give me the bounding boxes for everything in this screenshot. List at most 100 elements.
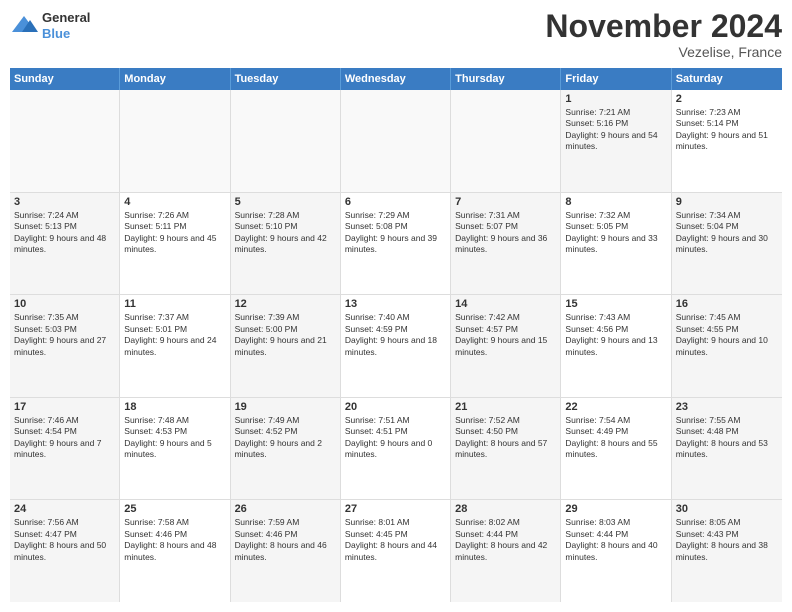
header-cell-friday: Friday <box>561 68 671 90</box>
day-number: 10 <box>14 298 115 310</box>
empty-cell-0-3 <box>341 90 451 192</box>
day-number: 3 <box>14 196 115 208</box>
logo-line1: General <box>42 10 90 26</box>
day-details: Sunrise: 8:01 AM Sunset: 4:45 PM Dayligh… <box>345 517 446 563</box>
day-details: Sunrise: 7:55 AM Sunset: 4:48 PM Dayligh… <box>676 415 778 461</box>
day-cell-20: 20 Sunrise: 7:51 AM Sunset: 4:51 PM Dayli… <box>341 398 451 500</box>
day-number: 11 <box>124 298 225 310</box>
logo-text: General Blue <box>42 10 90 41</box>
day-details: Sunrise: 7:31 AM Sunset: 5:07 PM Dayligh… <box>455 210 556 256</box>
day-details: Sunrise: 7:40 AM Sunset: 4:59 PM Dayligh… <box>345 312 446 358</box>
calendar-body: 1 Sunrise: 7:21 AM Sunset: 5:16 PM Daylig… <box>10 90 782 602</box>
day-details: Sunrise: 7:21 AM Sunset: 5:16 PM Dayligh… <box>565 107 666 153</box>
day-number: 23 <box>676 401 778 413</box>
day-number: 28 <box>455 503 556 515</box>
day-cell-21: 21Sunrise: 7:52 AM Sunset: 4:50 PM Dayli… <box>451 398 561 500</box>
empty-cell-0-4 <box>451 90 561 192</box>
day-number: 21 <box>455 401 556 413</box>
day-cell-5: 5 Sunrise: 7:28 AM Sunset: 5:10 PM Daylig… <box>231 193 341 295</box>
location: Vezelise, France <box>545 44 782 60</box>
day-number: 20 <box>345 401 446 413</box>
day-number: 30 <box>676 503 778 515</box>
day-details: Sunrise: 8:03 AM Sunset: 4:44 PM Dayligh… <box>565 517 666 563</box>
day-cell-10: 10 Sunrise: 7:35 AM Sunset: 5:03 PM Dayli… <box>10 295 120 397</box>
empty-cell-0-0 <box>10 90 120 192</box>
day-details: Sunrise: 7:43 AM Sunset: 4:56 PM Dayligh… <box>565 312 666 358</box>
day-number: 17 <box>14 401 115 413</box>
day-details: Sunrise: 8:05 AM Sunset: 4:43 PM Dayligh… <box>676 517 778 563</box>
day-details: Sunrise: 7:45 AM Sunset: 4:55 PM Dayligh… <box>676 312 778 358</box>
day-cell-17: 17 Sunrise: 7:46 AM Sunset: 4:54 PM Dayli… <box>10 398 120 500</box>
day-details: Sunrise: 7:35 AM Sunset: 5:03 PM Dayligh… <box>14 312 115 358</box>
day-details: Sunrise: 7:56 AM Sunset: 4:47 PM Dayligh… <box>14 517 115 563</box>
day-cell-9: 9 Sunrise: 7:34 AM Sunset: 5:04 PM Daylig… <box>672 193 782 295</box>
day-cell-8: 8Sunrise: 7:32 AM Sunset: 5:05 PM Daylig… <box>561 193 671 295</box>
day-details: Sunrise: 7:39 AM Sunset: 5:00 PM Dayligh… <box>235 312 336 358</box>
day-number: 12 <box>235 298 336 310</box>
day-details: Sunrise: 7:46 AM Sunset: 4:54 PM Dayligh… <box>14 415 115 461</box>
day-details: Sunrise: 7:28 AM Sunset: 5:10 PM Dayligh… <box>235 210 336 256</box>
day-number: 14 <box>455 298 556 310</box>
day-cell-13: 13Sunrise: 7:40 AM Sunset: 4:59 PM Dayli… <box>341 295 451 397</box>
day-cell-12: 12 Sunrise: 7:39 AM Sunset: 5:00 PM Dayli… <box>231 295 341 397</box>
day-details: Sunrise: 7:37 AM Sunset: 5:01 PM Dayligh… <box>124 312 225 358</box>
day-cell-14: 14Sunrise: 7:42 AM Sunset: 4:57 PM Dayli… <box>451 295 561 397</box>
calendar-row-4: 24Sunrise: 7:56 AM Sunset: 4:47 PM Dayli… <box>10 500 782 602</box>
day-number: 8 <box>565 196 666 208</box>
header-cell-monday: Monday <box>120 68 230 90</box>
header-cell-sunday: Sunday <box>10 68 120 90</box>
day-details: Sunrise: 7:26 AM Sunset: 5:11 PM Dayligh… <box>124 210 225 256</box>
day-details: Sunrise: 8:02 AM Sunset: 4:44 PM Dayligh… <box>455 517 556 563</box>
day-cell-6: 6Sunrise: 7:29 AM Sunset: 5:08 PM Daylig… <box>341 193 451 295</box>
day-details: Sunrise: 7:59 AM Sunset: 4:46 PM Dayligh… <box>235 517 336 563</box>
header-cell-wednesday: Wednesday <box>341 68 451 90</box>
day-number: 29 <box>565 503 666 515</box>
calendar-row-1: 3 Sunrise: 7:24 AM Sunset: 5:13 PM Daylig… <box>10 193 782 296</box>
day-number: 19 <box>235 401 336 413</box>
calendar-row-0: 1 Sunrise: 7:21 AM Sunset: 5:16 PM Daylig… <box>10 90 782 193</box>
day-number: 4 <box>124 196 225 208</box>
calendar-header: SundayMondayTuesdayWednesdayThursdayFrid… <box>10 68 782 90</box>
page: General Blue November 2024 Vezelise, Fra… <box>0 0 792 612</box>
header: General Blue November 2024 Vezelise, Fra… <box>10 10 782 60</box>
day-cell-29: 29 Sunrise: 8:03 AM Sunset: 4:44 PM Dayli… <box>561 500 671 602</box>
logo-line2: Blue <box>42 26 90 42</box>
day-number: 5 <box>235 196 336 208</box>
day-cell-22: 22Sunrise: 7:54 AM Sunset: 4:49 PM Dayli… <box>561 398 671 500</box>
day-cell-30: 30 Sunrise: 8:05 AM Sunset: 4:43 PM Dayli… <box>672 500 782 602</box>
calendar-row-2: 10 Sunrise: 7:35 AM Sunset: 5:03 PM Dayli… <box>10 295 782 398</box>
day-cell-23: 23 Sunrise: 7:55 AM Sunset: 4:48 PM Dayli… <box>672 398 782 500</box>
logo: General Blue <box>10 10 90 41</box>
calendar-row-3: 17 Sunrise: 7:46 AM Sunset: 4:54 PM Dayli… <box>10 398 782 501</box>
day-number: 7 <box>455 196 556 208</box>
day-cell-28: 28 Sunrise: 8:02 AM Sunset: 4:44 PM Dayli… <box>451 500 561 602</box>
header-cell-thursday: Thursday <box>451 68 561 90</box>
day-number: 25 <box>124 503 225 515</box>
calendar: SundayMondayTuesdayWednesdayThursdayFrid… <box>10 68 782 602</box>
day-details: Sunrise: 7:24 AM Sunset: 5:13 PM Dayligh… <box>14 210 115 256</box>
day-cell-24: 24Sunrise: 7:56 AM Sunset: 4:47 PM Dayli… <box>10 500 120 602</box>
day-details: Sunrise: 7:23 AM Sunset: 5:14 PM Dayligh… <box>676 107 778 153</box>
day-cell-3: 3 Sunrise: 7:24 AM Sunset: 5:13 PM Daylig… <box>10 193 120 295</box>
day-number: 1 <box>565 93 666 105</box>
day-details: Sunrise: 7:58 AM Sunset: 4:46 PM Dayligh… <box>124 517 225 563</box>
day-number: 18 <box>124 401 225 413</box>
day-cell-26: 26Sunrise: 7:59 AM Sunset: 4:46 PM Dayli… <box>231 500 341 602</box>
day-number: 2 <box>676 93 778 105</box>
header-cell-tuesday: Tuesday <box>231 68 341 90</box>
day-details: Sunrise: 7:34 AM Sunset: 5:04 PM Dayligh… <box>676 210 778 256</box>
day-cell-19: 19Sunrise: 7:49 AM Sunset: 4:52 PM Dayli… <box>231 398 341 500</box>
day-details: Sunrise: 7:29 AM Sunset: 5:08 PM Dayligh… <box>345 210 446 256</box>
day-cell-16: 16Sunrise: 7:45 AM Sunset: 4:55 PM Dayli… <box>672 295 782 397</box>
day-cell-18: 18 Sunrise: 7:48 AM Sunset: 4:53 PM Dayli… <box>120 398 230 500</box>
day-details: Sunrise: 7:48 AM Sunset: 4:53 PM Dayligh… <box>124 415 225 461</box>
title-section: November 2024 Vezelise, France <box>545 10 782 60</box>
day-cell-1: 1 Sunrise: 7:21 AM Sunset: 5:16 PM Daylig… <box>561 90 671 192</box>
day-number: 27 <box>345 503 446 515</box>
day-details: Sunrise: 7:51 AM Sunset: 4:51 PM Dayligh… <box>345 415 446 461</box>
logo-icon <box>10 14 38 38</box>
day-number: 9 <box>676 196 778 208</box>
day-cell-4: 4 Sunrise: 7:26 AM Sunset: 5:11 PM Daylig… <box>120 193 230 295</box>
month-title: November 2024 <box>545 10 782 42</box>
day-cell-25: 25 Sunrise: 7:58 AM Sunset: 4:46 PM Dayli… <box>120 500 230 602</box>
